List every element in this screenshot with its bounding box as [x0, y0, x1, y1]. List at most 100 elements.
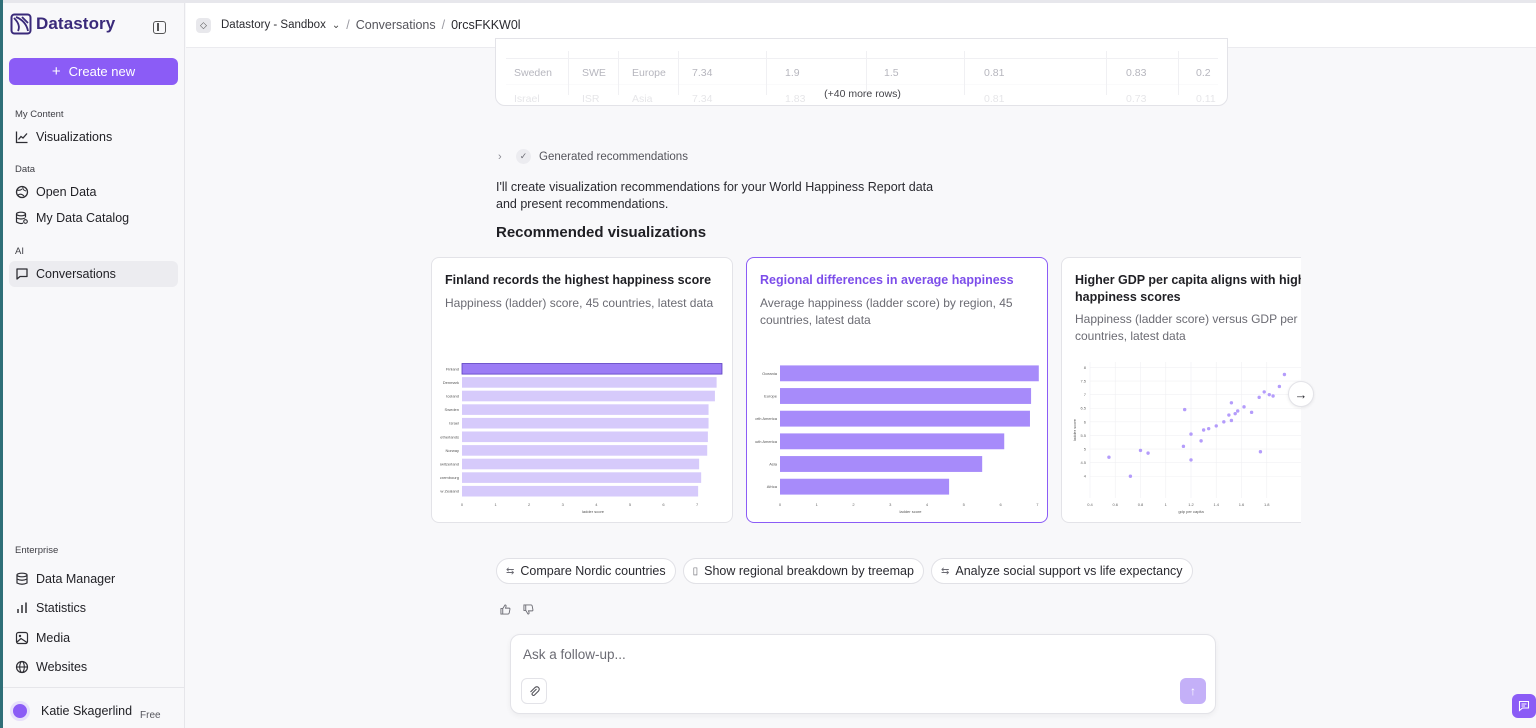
support-chat-button[interactable] [1512, 694, 1536, 718]
data-point [1201, 428, 1206, 432]
data-point [1199, 439, 1203, 443]
table-cell: 1.9 [785, 67, 800, 79]
sidebar-item-label: Visualizations [36, 130, 113, 144]
suggestion-label: Show regional breakdown by treemap [704, 564, 914, 578]
sidebar-item-media[interactable]: Media [9, 625, 178, 651]
sidebar-item-statistics[interactable]: Statistics [9, 595, 178, 621]
sidebar-item-label: Data Manager [36, 572, 116, 586]
data-point [1277, 384, 1282, 389]
tick-label: 1 [1165, 502, 1168, 507]
brand-logo[interactable]: Datastory [10, 13, 115, 35]
tick-label: 1 [494, 502, 497, 507]
tick-label: 0.8 [1138, 502, 1144, 507]
sidebar-item-websites[interactable]: Websites [9, 654, 178, 680]
compare-icon: ⇆ [940, 565, 950, 577]
recommendation-card[interactable]: Higher GDP per capita aligns with higher… [1061, 257, 1301, 523]
workspace-switcher[interactable]: Datastory - Sandbox [221, 19, 326, 31]
data-point [1189, 432, 1193, 436]
collapse-sidebar-icon[interactable] [153, 21, 166, 34]
sidebar-divider [3, 687, 185, 688]
tick-label: 0 [461, 502, 464, 507]
chevron-down-icon[interactable]: ⌄ [332, 20, 340, 31]
sidebar-item-label: Statistics [36, 601, 87, 615]
bar [780, 388, 1032, 404]
sidebar-item-conversations[interactable]: Conversations [9, 261, 178, 287]
avatar[interactable] [10, 701, 30, 721]
data-point [1182, 407, 1187, 412]
data-point [1262, 390, 1266, 394]
category-label: Africa [767, 484, 778, 489]
thumbs-down-icon[interactable] [523, 604, 534, 615]
table-row: Sweden SWE Europe 7.34 1.9 1.5 0.81 0.83… [506, 58, 1218, 84]
bar [462, 417, 709, 429]
table-cell: Sweden [514, 67, 552, 79]
category-label: New Zealand [440, 489, 459, 494]
card-subtitle: Average happiness (ladder score) by regi… [760, 296, 1013, 327]
globe-icon [15, 660, 29, 674]
data-point [1146, 451, 1150, 455]
sidebar: Datastory + Create new My Content Visual… [3, 3, 185, 728]
table-cell: 7.34 [692, 67, 713, 79]
line-chart-icon [15, 130, 29, 144]
sidebar-item-open-data[interactable]: Open Data [9, 179, 178, 205]
attach-button[interactable] [521, 678, 547, 704]
category-label: Europe [764, 394, 778, 399]
tick-label: 7 [696, 502, 699, 507]
suggestion-chip[interactable]: ▯ Show regional breakdown by treemap [682, 558, 924, 584]
recommendation-card[interactable]: Finland records the highest happiness sc… [431, 257, 733, 523]
breadcrumb-separator: / [441, 18, 446, 32]
arrow-up-icon: ↑ [1190, 684, 1196, 698]
followup-composer: ↑ [510, 634, 1216, 714]
tick-label: 4 [926, 502, 929, 507]
tick-label: 8 [1084, 365, 1087, 370]
table-cell: SWE [582, 67, 606, 79]
sidebar-item-label: My Data Catalog [36, 211, 130, 225]
user-name[interactable]: Katie Skagerlind [41, 704, 132, 718]
bar [462, 377, 717, 388]
card-title: Higher GDP per capita aligns with higher… [1075, 273, 1301, 304]
generated-recommendations-toggle[interactable]: › ✓ Generated recommendations [498, 149, 688, 164]
tick-label: 1.8 [1264, 502, 1270, 507]
carousel-next-button[interactable]: → [1288, 381, 1314, 407]
category-label: Luxembourg [440, 475, 459, 480]
create-new-label: Create new [68, 64, 136, 79]
section-my-content: My Content [15, 109, 64, 120]
tick-label: 3 [562, 502, 565, 507]
data-point [1242, 405, 1246, 409]
table-cell: 1.5 [884, 67, 899, 79]
suggestion-chip[interactable]: ⇆ Analyze social support vs life expecta… [930, 558, 1193, 584]
send-button[interactable]: ↑ [1180, 678, 1206, 704]
tick-label: 7 [1084, 392, 1087, 397]
check-icon: ✓ [516, 149, 531, 164]
sidebar-item-visualizations[interactable]: Visualizations [9, 124, 178, 150]
tick-label: 1 [816, 502, 819, 507]
database-search-icon [15, 211, 29, 225]
tick-label: 7.5 [1080, 379, 1086, 384]
suggestion-label: Analyze social support vs life expectanc… [955, 564, 1183, 578]
breadcrumb-conversations[interactable]: Conversations [356, 18, 436, 32]
card-title: Regional differences in average happines… [760, 273, 1014, 287]
card-subtitle: Happiness (ladder) score, 45 countries, … [445, 296, 714, 310]
map-icon: ▯ [692, 565, 699, 577]
thumbs-up-icon[interactable] [500, 604, 511, 615]
category-label: South America [755, 439, 778, 444]
sidebar-item-my-data-catalog[interactable]: My Data Catalog [9, 205, 178, 231]
data-point [1206, 426, 1211, 431]
recommendation-carousel: Finland records the highest happiness sc… [431, 257, 1301, 525]
recommended-heading: Recommended visualizations [496, 224, 707, 241]
create-new-button[interactable]: + Create new [9, 58, 178, 85]
followup-input[interactable] [523, 647, 1123, 662]
plus-icon: + [51, 63, 61, 80]
data-point [1214, 424, 1218, 428]
sidebar-item-label: Open Data [36, 185, 97, 199]
bar [780, 433, 1005, 450]
data-point [1227, 413, 1231, 417]
recommendation-card-selected[interactable]: Regional differences in average happines… [746, 257, 1048, 523]
tick-label: 4 [1084, 474, 1087, 479]
bar [462, 404, 709, 415]
sidebar-item-data-manager[interactable]: Data Manager [9, 566, 178, 592]
tick-label: 5.5 [1080, 433, 1086, 438]
sidebar-item-label: Media [36, 631, 71, 645]
tick-label: 5 [629, 502, 632, 507]
suggestion-chip[interactable]: ⇆ Compare Nordic countries [496, 558, 676, 584]
